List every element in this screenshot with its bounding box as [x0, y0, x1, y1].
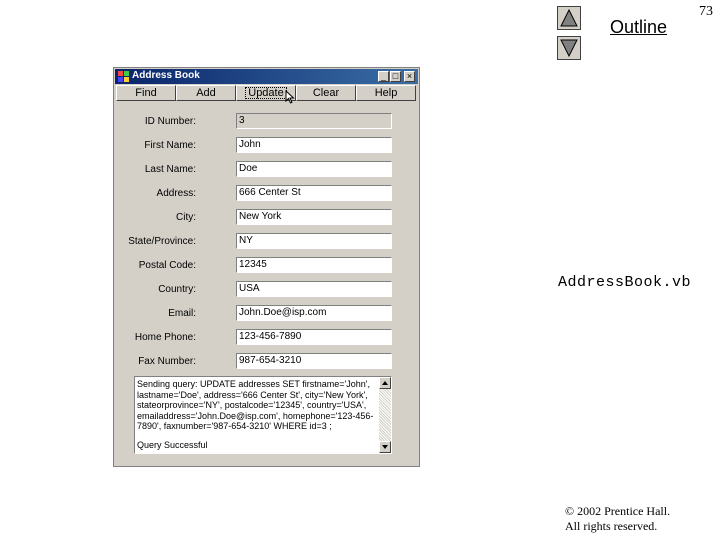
state-province-label: State/Province:: [128, 236, 196, 247]
first-name-field[interactable]: John: [236, 137, 392, 153]
last-name-field[interactable]: Doe: [236, 161, 392, 177]
app-icon: [118, 71, 129, 82]
postal-code-field[interactable]: 12345: [236, 257, 392, 273]
copyright-line: All rights reserved.: [565, 519, 658, 533]
fax-number-field[interactable]: 987-654-3210: [236, 353, 392, 369]
scroll-down-arrow-icon: [382, 445, 388, 449]
clear-button-label: Clear: [312, 87, 340, 99]
email-field[interactable]: John.Doe@isp.com: [236, 305, 392, 321]
home-phone-field[interactable]: 123-456-7890: [236, 329, 392, 345]
address-label: Address:: [156, 188, 196, 199]
city-label: City:: [176, 212, 196, 223]
triangle-up-icon: [560, 9, 578, 27]
query-text: Sending query: UPDATE addresses SET firs…: [137, 379, 374, 431]
scroll-up-arrow-icon: [382, 381, 388, 385]
country-label: Country:: [158, 284, 196, 295]
find-button-label: Find: [135, 87, 157, 99]
address-field[interactable]: 666 Center St: [236, 185, 392, 201]
scroll-down-button[interactable]: [379, 441, 391, 453]
previous-slide-button[interactable]: [557, 6, 581, 30]
query-output-text: Sending query: UPDATE addresses SET firs…: [137, 379, 377, 450]
first-name-label: First Name:: [144, 140, 196, 151]
update-button-label: Update: [245, 87, 287, 99]
minimize-button[interactable]: _: [378, 71, 389, 82]
triangle-down-icon: [560, 39, 578, 57]
query-output-textbox[interactable]: Sending query: UPDATE addresses SET firs…: [134, 376, 392, 454]
city-field[interactable]: New York: [236, 209, 392, 225]
close-button[interactable]: ×: [404, 71, 415, 82]
home-phone-label: Home Phone:: [134, 332, 196, 343]
state-province-field[interactable]: NY: [236, 233, 392, 249]
scroll-up-button[interactable]: [379, 377, 391, 389]
email-label: Email:: [168, 308, 196, 319]
window-title: Address Book: [132, 70, 200, 81]
add-button[interactable]: Add: [176, 85, 236, 101]
mouse-cursor-icon: [285, 90, 295, 104]
outline-link[interactable]: Outline: [610, 17, 667, 38]
postal-code-label: Postal Code:: [138, 260, 196, 271]
page-number: 73: [699, 4, 713, 19]
copyright-notice: © 2002 Prentice Hall. All rights reserve…: [565, 504, 670, 534]
maximize-button[interactable]: □: [390, 71, 401, 82]
toolbar: Find Add Update Clear Help: [116, 85, 417, 101]
query-result-text: Query Successful: [137, 439, 208, 450]
last-name-label: Last Name:: [144, 164, 196, 175]
help-button[interactable]: Help: [356, 85, 416, 101]
id-number-label: ID Number:: [144, 116, 196, 127]
id-number-field[interactable]: 3: [236, 113, 392, 129]
country-field[interactable]: USA: [236, 281, 392, 297]
next-slide-button[interactable]: [557, 36, 581, 60]
find-button[interactable]: Find: [116, 85, 176, 101]
clear-button[interactable]: Clear: [296, 85, 356, 101]
file-name-label: AddressBook.vb: [558, 274, 692, 291]
vertical-scrollbar[interactable]: [379, 377, 391, 453]
title-bar[interactable]: Address Book _ □ ×: [115, 69, 418, 84]
fax-number-label: Fax Number:: [138, 356, 196, 367]
copyright-line: © 2002 Prentice Hall.: [565, 504, 671, 518]
add-button-label: Add: [196, 87, 216, 99]
help-button-label: Help: [374, 87, 398, 99]
